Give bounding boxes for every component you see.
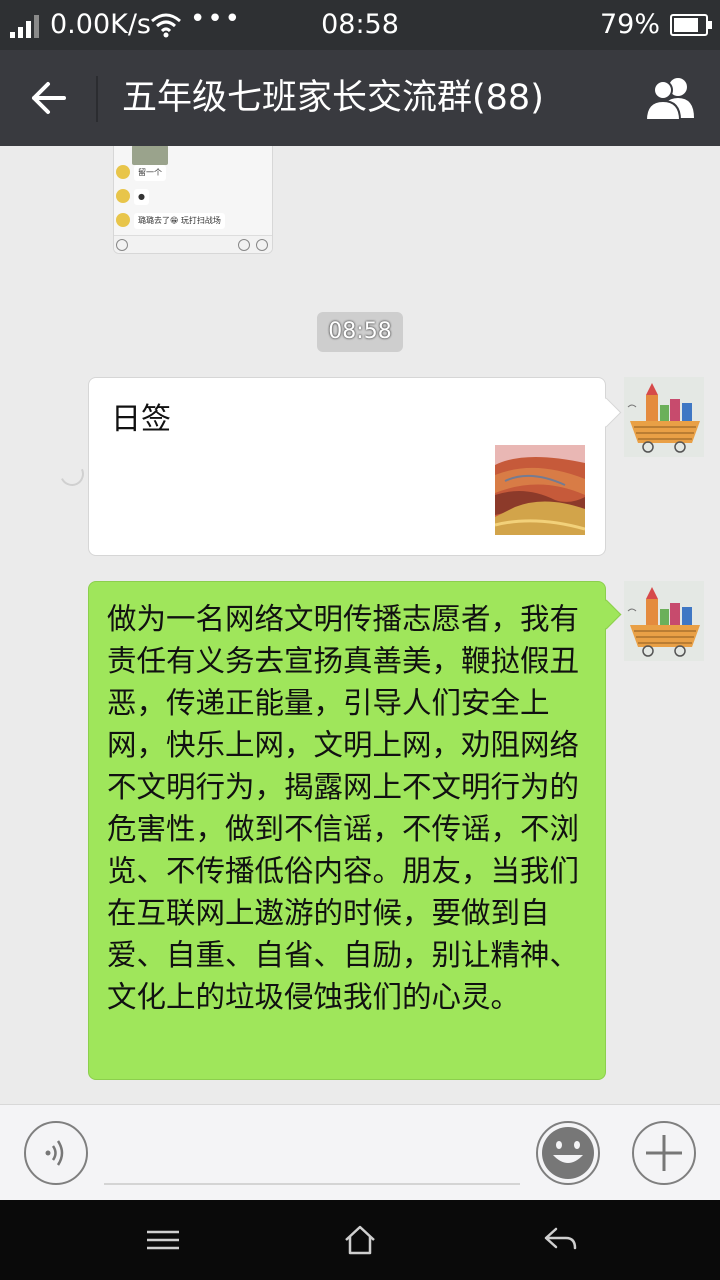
plus-icon [256, 239, 268, 251]
sending-spinner-icon [56, 458, 88, 490]
avatar-drawing [624, 377, 704, 457]
voice-button[interactable] [24, 1121, 88, 1185]
chat-header: 五年级七班家长交流群(88) [0, 50, 720, 146]
status-bar: 0.00K/s ••• 08:58 79% [0, 0, 720, 50]
home-icon[interactable] [340, 1220, 380, 1260]
chat-messages[interactable]: 留一个 ● 璐璐去了😁 玩打扫战场 08:58 日签 做为一名网络文明传播志愿者… [0, 146, 720, 1104]
shared-card-title: 日签 [111, 402, 171, 437]
message-input-bar [0, 1104, 720, 1200]
preview-row-text: 留一个 [134, 165, 166, 181]
text-message-bubble[interactable]: 做为一名网络文明传播志愿者，我有责任有义务去宣扬真善美，鞭挞假丑恶，传递正能量，… [88, 581, 606, 1080]
avatar [116, 165, 130, 179]
system-nav-bar [0, 1200, 720, 1280]
smiley-icon [238, 239, 250, 251]
chat-title: 五年级七班家长交流群(88) [122, 78, 544, 118]
message-timestamp: 08:58 [317, 312, 403, 352]
avatar-drawing [624, 581, 704, 661]
avatar[interactable] [624, 581, 704, 661]
preview-thumbnail [132, 146, 168, 165]
avatar [116, 213, 130, 227]
preview-row-text: ● [134, 189, 149, 205]
shared-card-thumbnail [495, 445, 585, 535]
group-members-icon[interactable] [642, 74, 700, 122]
shared-link-card[interactable]: 日签 [88, 377, 606, 556]
smiley-icon [542, 1127, 594, 1179]
battery-percent: 79% [599, 9, 660, 40]
back-icon[interactable] [540, 1220, 580, 1260]
emoji-button[interactable] [536, 1121, 600, 1185]
preview-row-text: 璐璐去了😁 玩打扫战场 [134, 213, 225, 229]
battery-icon [670, 14, 712, 36]
message-text: 做为一名网络文明传播志愿者，我有责任有义务去宣扬真善美，鞭挞假丑恶，传递正能量，… [107, 602, 580, 1014]
voice-icon [45, 1140, 64, 1166]
thumbnail-image [495, 445, 585, 535]
message-input[interactable] [104, 1123, 520, 1185]
preview-input-bar [114, 235, 272, 253]
avatar[interactable] [624, 377, 704, 457]
header-divider [96, 76, 98, 122]
previous-image-message[interactable]: 留一个 ● 璐璐去了😁 玩打扫战场 [113, 146, 273, 254]
more-button[interactable] [632, 1121, 696, 1185]
battery-level [674, 18, 698, 32]
plus-icon [646, 1135, 682, 1171]
arrow-left-icon[interactable] [22, 74, 74, 122]
avatar [116, 189, 130, 203]
voice-icon [116, 239, 128, 251]
menu-icon[interactable] [143, 1220, 183, 1260]
